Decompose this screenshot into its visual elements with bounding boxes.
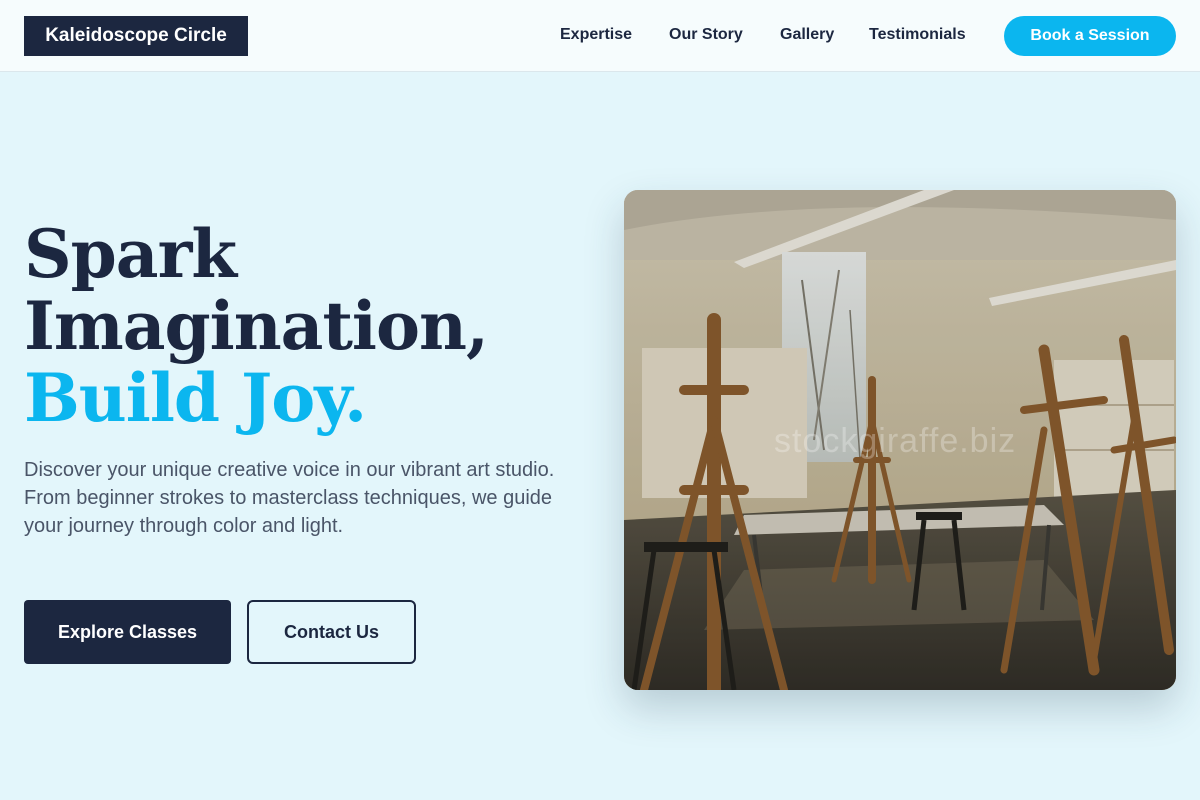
book-session-button[interactable]: Book a Session (1004, 16, 1176, 56)
hero-title-accent: Build Joy. (24, 359, 367, 437)
nav-testimonials[interactable]: Testimonials (869, 24, 966, 46)
nav-our-story[interactable]: Our Story (669, 24, 743, 46)
studio-photo: stockgiraffe.biz (624, 190, 1176, 690)
hero-description: Discover your unique creative voice in o… (24, 459, 555, 537)
hero-title-line-2: Imagination, (24, 287, 489, 365)
explore-classes-button[interactable]: Explore Classes (24, 600, 231, 664)
contact-us-button[interactable]: Contact Us (247, 600, 416, 664)
hero-title: Spark Imagination, Build Joy. (24, 218, 584, 434)
site-header: Kaleidoscope Circle Expertise Our Story … (0, 0, 1200, 72)
hero-title-line-1: Spark (24, 215, 237, 293)
image-watermark: stockgiraffe.biz (774, 422, 1017, 460)
nav-gallery[interactable]: Gallery (780, 24, 834, 46)
site-logo[interactable]: Kaleidoscope Circle (24, 16, 248, 56)
nav-expertise[interactable]: Expertise (560, 24, 632, 46)
